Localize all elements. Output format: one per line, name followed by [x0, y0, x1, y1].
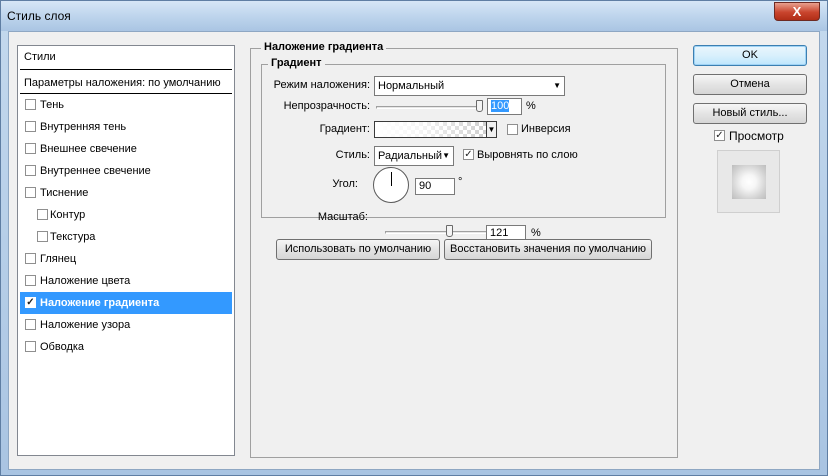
style-item-label: Внутренняя тень — [40, 121, 127, 133]
window-title: Стиль слоя — [7, 9, 71, 23]
gradient-dropdown-button[interactable]: ▼ — [486, 121, 497, 138]
style-item-checkbox[interactable] — [25, 121, 36, 132]
opacity-slider-thumb[interactable] — [476, 100, 483, 112]
gradient-label: Градиент: — [319, 123, 370, 135]
style-item-label: Внешнее свечение — [40, 143, 137, 155]
style-item-checkbox[interactable] — [25, 99, 36, 110]
reverse-label[interactable]: Инверсия — [521, 123, 571, 135]
style-item-checkbox[interactable] — [37, 231, 48, 242]
style-item[interactable]: Тиснение — [20, 182, 232, 204]
blend-mode-select[interactable]: Нормальный ▼ — [374, 76, 565, 96]
gradient-overlay-section: Наложение градиента Градиент Режим налож… — [250, 41, 678, 458]
style-item-checkbox[interactable] — [25, 341, 36, 352]
ok-button[interactable]: OK — [693, 45, 807, 66]
cancel-button[interactable]: Отмена — [693, 74, 807, 95]
scale-label: Масштаб: — [317, 211, 368, 223]
angle-label: Угол: — [332, 178, 358, 190]
section-title: Наложение градиента — [261, 41, 387, 53]
align-with-layer-label[interactable]: Выровнять по слою — [477, 149, 578, 161]
angle-dial[interactable] — [373, 167, 409, 203]
style-item-label: Наложение цвета — [40, 275, 131, 287]
gradient-group: Градиент Режим наложения: Нормальный ▼ Н… — [261, 57, 666, 223]
group-title: Градиент — [268, 57, 325, 69]
make-default-button[interactable]: Использовать по умолчанию — [276, 239, 440, 260]
opacity-percent: % — [526, 100, 536, 112]
opacity-input[interactable]: 100 — [487, 98, 522, 115]
title-bar[interactable]: Стиль слоя X — [1, 1, 827, 31]
preview-checkbox[interactable]: ✓ — [714, 130, 725, 141]
reverse-checkbox[interactable] — [507, 124, 518, 135]
style-item-label: Обводка — [40, 341, 85, 353]
angle-degree: ° — [458, 176, 463, 188]
style-item-label: Текстура — [50, 231, 96, 243]
style-item[interactable]: Внутренняя тень — [20, 116, 232, 138]
style-item[interactable]: Наложение цвета — [20, 270, 232, 292]
style-item-checkbox[interactable] — [25, 275, 36, 286]
style-value: Радиальный — [378, 150, 443, 162]
style-item[interactable]: ✓ Наложение градиента — [20, 292, 232, 314]
preview-gradient — [732, 165, 766, 199]
style-preview-swatch — [717, 150, 780, 213]
chevron-down-icon: ▼ — [442, 151, 450, 160]
style-select[interactable]: Радиальный ▼ — [374, 146, 454, 166]
blend-mode-value: Нормальный — [378, 80, 445, 92]
chevron-down-icon: ▼ — [553, 81, 561, 90]
style-item-checkbox[interactable] — [37, 209, 48, 220]
style-item[interactable]: Наложение узора — [20, 314, 232, 336]
style-item[interactable]: Обводка — [20, 336, 232, 358]
style-item-label: Глянец — [40, 253, 77, 265]
scale-slider-track[interactable] — [385, 231, 502, 234]
style-items-list: Тень Внутренняя тень Внешнее свечение Внутр… — [18, 94, 234, 358]
style-item-label: Наложение узора — [40, 319, 131, 331]
chevron-down-icon: ▼ — [487, 125, 496, 134]
gradient-swatch[interactable] — [374, 121, 487, 138]
style-item[interactable]: Внутреннее свечение — [20, 160, 232, 182]
angle-value: 90 — [419, 180, 432, 192]
opacity-label: Непрозрачность: — [283, 100, 370, 112]
close-button[interactable]: X — [774, 2, 820, 21]
opacity-value: 100 — [491, 100, 510, 112]
style-item-checkbox[interactable]: ✓ — [25, 297, 36, 308]
opacity-slider-track[interactable] — [376, 106, 482, 109]
style-item-checkbox[interactable] — [25, 165, 36, 176]
style-item-checkbox[interactable] — [25, 143, 36, 154]
preview-label[interactable]: Просмотр — [729, 129, 784, 143]
layer-style-window: Стиль слоя X Стили Параметры наложения: … — [0, 0, 828, 476]
style-item[interactable]: Текстура — [20, 226, 232, 248]
style-item-checkbox[interactable] — [25, 253, 36, 264]
style-item-checkbox[interactable] — [25, 319, 36, 330]
style-item-label: Наложение градиента — [40, 297, 160, 309]
scale-value: 121 — [490, 227, 509, 239]
angle-dial-needle — [391, 172, 392, 186]
reset-to-default-button[interactable]: Восстановить значения по умолчанию — [444, 239, 652, 260]
style-item[interactable]: Контур — [20, 204, 232, 226]
style-item[interactable]: Глянец — [20, 248, 232, 270]
style-item-checkbox[interactable] — [25, 187, 36, 198]
style-label: Стиль: — [335, 149, 370, 161]
style-item-label: Внутреннее свечение — [40, 165, 151, 177]
style-item-label: Контур — [50, 209, 86, 221]
dialog-client: Стили Параметры наложения: по умолчанию … — [8, 31, 820, 470]
align-with-layer-checkbox[interactable]: ✓ — [463, 149, 474, 160]
blending-options-item[interactable]: Параметры наложения: по умолчанию — [20, 72, 232, 94]
style-item[interactable]: Тень — [20, 94, 232, 116]
angle-input[interactable]: 90 — [415, 178, 455, 195]
style-item-label: Тень — [40, 99, 65, 111]
style-item-label: Тиснение — [40, 187, 89, 199]
scale-percent: % — [531, 227, 541, 239]
scale-slider-thumb[interactable] — [445, 225, 453, 237]
styles-list-panel: Стили Параметры наложения: по умолчанию … — [17, 45, 235, 456]
style-item[interactable]: Внешнее свечение — [20, 138, 232, 160]
blend-mode-label: Режим наложения: — [273, 79, 370, 91]
new-style-button[interactable]: Новый стиль... — [693, 103, 807, 124]
styles-header[interactable]: Стили — [20, 46, 232, 70]
